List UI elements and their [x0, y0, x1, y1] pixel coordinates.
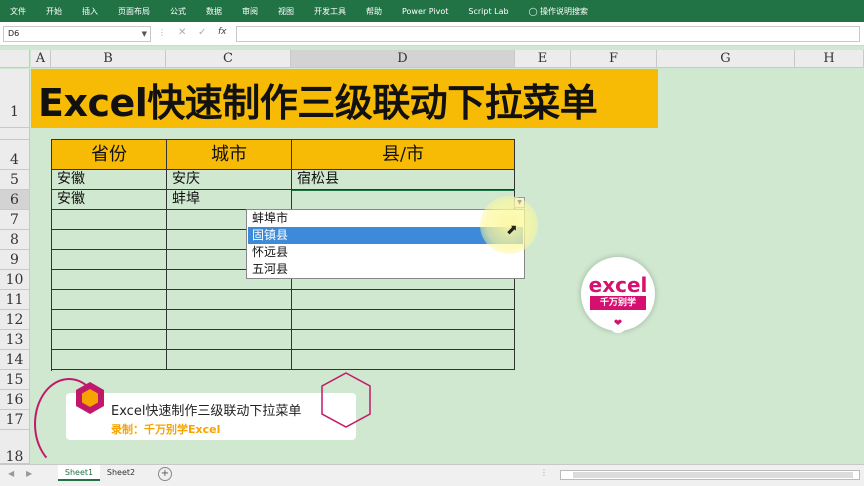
empty-cell[interactable] [292, 350, 515, 370]
hexagon-badge-icon [76, 382, 104, 414]
scrollbar-thumb[interactable] [573, 472, 853, 478]
ribbon-tab-review[interactable]: 审阅 [242, 6, 258, 17]
row-header-11[interactable]: 11 [0, 290, 30, 310]
sheet-tab-bar: ◀ ▶ Sheet1 Sheet2 + ⋮ [0, 464, 864, 486]
chevron-down-icon[interactable]: ▼ [142, 27, 147, 41]
dropdown-item[interactable]: 五河县 [248, 261, 523, 278]
tell-me-search[interactable]: ◯ 操作说明搜索 [529, 6, 589, 17]
ribbon-tab-view[interactable]: 视图 [278, 6, 294, 17]
logo-tagline: 千万别学 [590, 296, 646, 310]
column-header-e[interactable]: E [515, 50, 571, 68]
empty-cell[interactable] [52, 290, 167, 310]
row-header-hidden[interactable] [0, 128, 30, 140]
ribbon-tab-power-pivot[interactable]: Power Pivot [402, 7, 448, 16]
cell-c5[interactable]: 安庆 [167, 170, 292, 190]
tell-me-label: 操作说明搜索 [540, 6, 589, 16]
empty-cell[interactable] [52, 350, 167, 370]
dropdown-item[interactable]: 怀远县 [248, 244, 523, 261]
separator-icon: ⋮ [158, 28, 166, 37]
row-header-17[interactable]: 17 [0, 410, 30, 430]
cell-d6-active[interactable] [292, 190, 515, 210]
ribbon-tab-script-lab[interactable]: Script Lab [468, 7, 508, 16]
select-all-corner[interactable] [0, 50, 30, 68]
cancel-icon[interactable]: ✕ [178, 27, 186, 38]
horizontal-scrollbar[interactable] [560, 470, 860, 480]
heart-icon: ❤ [609, 315, 627, 333]
add-sheet-icon[interactable]: + [158, 467, 172, 481]
sheet-tab-sheet1[interactable]: Sheet1 [58, 465, 100, 481]
ribbon-tab-home[interactable]: 开始 [46, 6, 62, 17]
lightbulb-icon: ◯ [528, 6, 538, 16]
header-cell-city[interactable]: 城市 [167, 140, 292, 170]
empty-cell[interactable] [52, 230, 167, 250]
caption-title: Excel快速制作三级联动下拉菜单 [111, 404, 302, 419]
column-header-b[interactable]: B [51, 50, 166, 68]
empty-cell[interactable] [167, 350, 292, 370]
empty-cell[interactable] [292, 330, 515, 350]
ribbon-tabs: 文件 开始 插入 页面布局 公式 数据 审阅 视图 开发工具 帮助 Power … [0, 0, 864, 22]
row-header-15[interactable]: 15 [0, 370, 30, 390]
row-header-8[interactable]: 8 [0, 230, 30, 250]
empty-cell[interactable] [167, 310, 292, 330]
empty-cell[interactable] [167, 290, 292, 310]
row-header-9[interactable]: 9 [0, 250, 30, 270]
header-cell-province[interactable]: 省份 [52, 140, 167, 170]
empty-cell[interactable] [52, 270, 167, 290]
function-icon[interactable]: fx [218, 27, 227, 37]
row-header-7[interactable]: 7 [0, 210, 30, 230]
cell-b5[interactable]: 安徽 [52, 170, 167, 190]
row-header-5[interactable]: 5 [0, 170, 30, 190]
column-header-a[interactable]: A [31, 50, 51, 68]
scroll-right-icon[interactable]: ▶ [26, 469, 32, 478]
row-header-18[interactable]: 18 [0, 430, 30, 465]
row-header-13[interactable]: 13 [0, 330, 30, 350]
ribbon-tab-help[interactable]: 帮助 [366, 6, 382, 17]
column-header-c[interactable]: C [166, 50, 291, 68]
empty-cell[interactable] [52, 330, 167, 350]
row-header-1[interactable]: 1 [0, 69, 30, 128]
row-header-6[interactable]: 6 [0, 190, 30, 210]
row-header-10[interactable]: 10 [0, 270, 30, 290]
row-header-4[interactable]: 4 [0, 140, 30, 170]
mouse-pointer-icon: ⬈ [506, 222, 518, 238]
sheet-tab-sheet2[interactable]: Sheet2 [102, 465, 140, 481]
ribbon-tab-insert[interactable]: 插入 [82, 6, 98, 17]
logo-brand-text: excel [588, 273, 648, 297]
column-header-h[interactable]: H [795, 50, 864, 68]
header-cell-county[interactable]: 县/市 [292, 140, 515, 170]
column-header-d[interactable]: D [291, 50, 515, 68]
column-header-f[interactable]: F [571, 50, 657, 68]
name-box[interactable]: D6 ▼ [3, 26, 151, 42]
empty-cell[interactable] [52, 310, 167, 330]
empty-cell[interactable] [52, 210, 167, 230]
ribbon-tab-page-layout[interactable]: 页面布局 [118, 6, 150, 17]
name-box-value: D6 [8, 29, 20, 38]
hexagon-outline-icon [321, 372, 371, 428]
row-header-14[interactable]: 14 [0, 350, 30, 370]
caption-subtitle: 录制：千万别学Excel [111, 423, 221, 436]
formula-input[interactable] [236, 26, 860, 42]
ribbon-tab-formulas[interactable]: 公式 [170, 6, 186, 17]
banner-title: Excel快速制作三级联动下拉菜单 [38, 81, 598, 125]
check-icon[interactable]: ✓ [198, 27, 206, 38]
empty-cell[interactable] [292, 310, 515, 330]
ribbon-tab-data[interactable]: 数据 [206, 6, 222, 17]
cell-c6[interactable]: 蚌埠 [167, 190, 292, 210]
splitter-handle-icon[interactable]: ⋮ [540, 468, 548, 477]
ribbon-tab-file[interactable]: 文件 [10, 6, 26, 17]
column-header-g[interactable]: G [657, 50, 795, 68]
cell-d5[interactable]: 宿松县 [292, 170, 515, 190]
formula-bar: D6 ▼ ⋮ ✕ ✓ fx [0, 22, 864, 46]
cell-b6[interactable]: 安徽 [52, 190, 167, 210]
empty-cell[interactable] [292, 290, 515, 310]
scroll-left-icon[interactable]: ◀ [8, 469, 14, 478]
empty-cell[interactable] [167, 330, 292, 350]
empty-cell[interactable] [52, 250, 167, 270]
row-header-12[interactable]: 12 [0, 310, 30, 330]
row-header-16[interactable]: 16 [0, 390, 30, 410]
ribbon-tab-developer[interactable]: 开发工具 [314, 6, 346, 17]
